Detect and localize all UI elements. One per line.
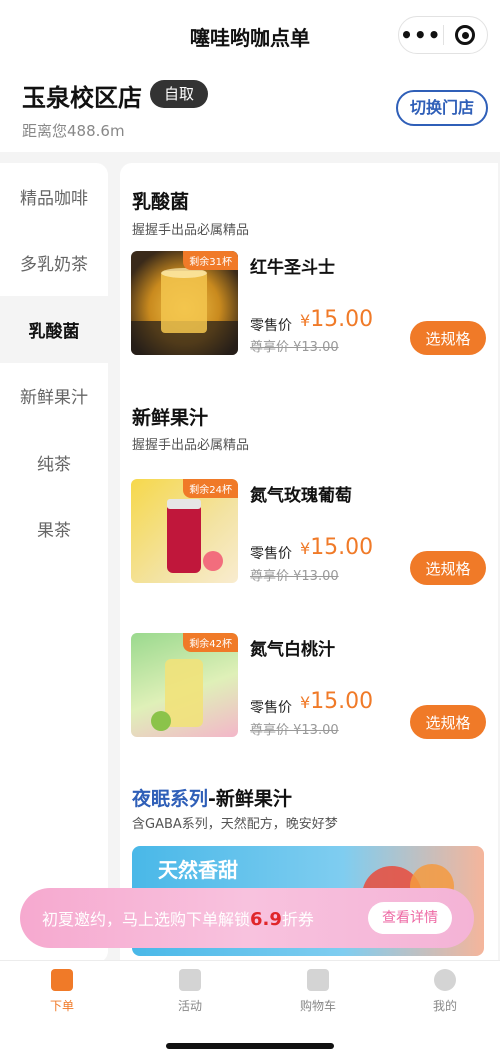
section-subtitle: 握握手出品必属精品 xyxy=(132,223,250,238)
product-name: 氮气白桃汁 xyxy=(250,640,335,660)
member-price: 尊享价 ¥13.00 xyxy=(250,340,339,355)
tab-label: 活动 xyxy=(177,999,202,1013)
tab-label: 下单 xyxy=(49,999,74,1013)
cart-icon xyxy=(307,969,329,991)
product-name: 红牛圣斗士 xyxy=(250,258,335,278)
member-price: 尊享价 ¥13.00 xyxy=(250,569,339,584)
tab-label: 我的 xyxy=(432,999,457,1013)
order-icon xyxy=(51,969,73,991)
category-item-fresh-juice[interactable]: 新鲜果汁 xyxy=(0,363,108,430)
switch-store-button[interactable]: 切换门店 xyxy=(395,90,488,126)
stock-tag: 剩余31杯 xyxy=(183,251,238,270)
section-subtitle: 含GABA系列，天然配方，晚安好梦 xyxy=(132,817,338,832)
profile-icon xyxy=(434,969,456,991)
promo-text: 初夏邀约，马上选购下单解锁6.9折券 xyxy=(42,909,314,930)
product-image: 剩余31杯 xyxy=(131,251,238,355)
promo-bar[interactable]: 初夏邀约，马上选购下单解锁6.9折券 查看详情 xyxy=(20,888,474,948)
select-spec-button[interactable]: 选规格 xyxy=(410,551,486,585)
product-list: 乳酸菌 握握手出品必属精品 剩余31杯 红牛圣斗士 零售价 ¥15.00 尊享价… xyxy=(120,163,498,963)
product-image: 剩余42杯 xyxy=(131,633,238,737)
product-image: 剩余24杯 xyxy=(131,479,238,583)
select-spec-button[interactable]: 选规格 xyxy=(410,321,486,355)
close-target-icon[interactable] xyxy=(443,25,487,45)
section-title: 乳酸菌 xyxy=(132,191,190,213)
tab-me[interactable]: 我的 xyxy=(405,969,485,1014)
store-distance: 距离您488.6m xyxy=(22,122,125,140)
product-price: ¥15.00 xyxy=(300,689,374,714)
category-item-coffee[interactable]: 精品咖啡 xyxy=(0,163,108,230)
product-name: 氮气玫瑰葡萄 xyxy=(250,486,352,506)
section-subtitle: 握握手出品必属精品 xyxy=(132,438,250,453)
select-spec-button[interactable]: 选规格 xyxy=(410,705,486,739)
category-item-fruit-tea[interactable]: 果茶 xyxy=(0,496,108,563)
category-item-pure-tea[interactable]: 纯茶 xyxy=(0,429,108,496)
section-title: 夜眠系列-新鲜果汁 xyxy=(132,788,292,810)
pickup-badge[interactable]: 自取 xyxy=(150,80,209,108)
stock-tag: 剩余24杯 xyxy=(183,479,238,498)
tab-activity[interactable]: 活动 xyxy=(150,969,230,1014)
section-title: 新鲜果汁 xyxy=(132,407,209,429)
stock-tag: 剩余42杯 xyxy=(183,633,238,652)
more-menu-icon[interactable]: ••• xyxy=(399,25,443,45)
home-indicator xyxy=(166,1043,334,1049)
category-item-milk-tea[interactable]: 多乳奶茶 xyxy=(0,230,108,297)
category-sidebar: 精品咖啡 多乳奶茶 乳酸菌 新鲜果汁 纯茶 果茶 xyxy=(0,163,108,963)
mini-program-capsule: ••• xyxy=(398,16,488,54)
price-label: 零售价 xyxy=(250,546,292,562)
price-label: 零售价 xyxy=(250,700,292,716)
tab-cart[interactable]: 购物车 xyxy=(278,969,358,1014)
product-price: ¥15.00 xyxy=(300,307,374,332)
category-item-lactobacillus[interactable]: 乳酸菌 xyxy=(0,296,108,363)
store-header: 玉泉校区店 自取 距离您488.6m 切换门店 xyxy=(0,72,500,152)
product-price: ¥15.00 xyxy=(300,535,374,560)
store-name: 玉泉校区店 xyxy=(22,84,142,112)
price-label: 零售价 xyxy=(250,318,292,334)
nav-bar: 噻哇哟咖点单 ••• xyxy=(0,0,500,72)
tab-order[interactable]: 下单 xyxy=(22,969,102,1014)
activity-icon xyxy=(179,969,201,991)
view-details-button[interactable]: 查看详情 xyxy=(368,902,452,934)
tab-label: 购物车 xyxy=(299,999,336,1013)
member-price: 尊享价 ¥13.00 xyxy=(250,723,339,738)
